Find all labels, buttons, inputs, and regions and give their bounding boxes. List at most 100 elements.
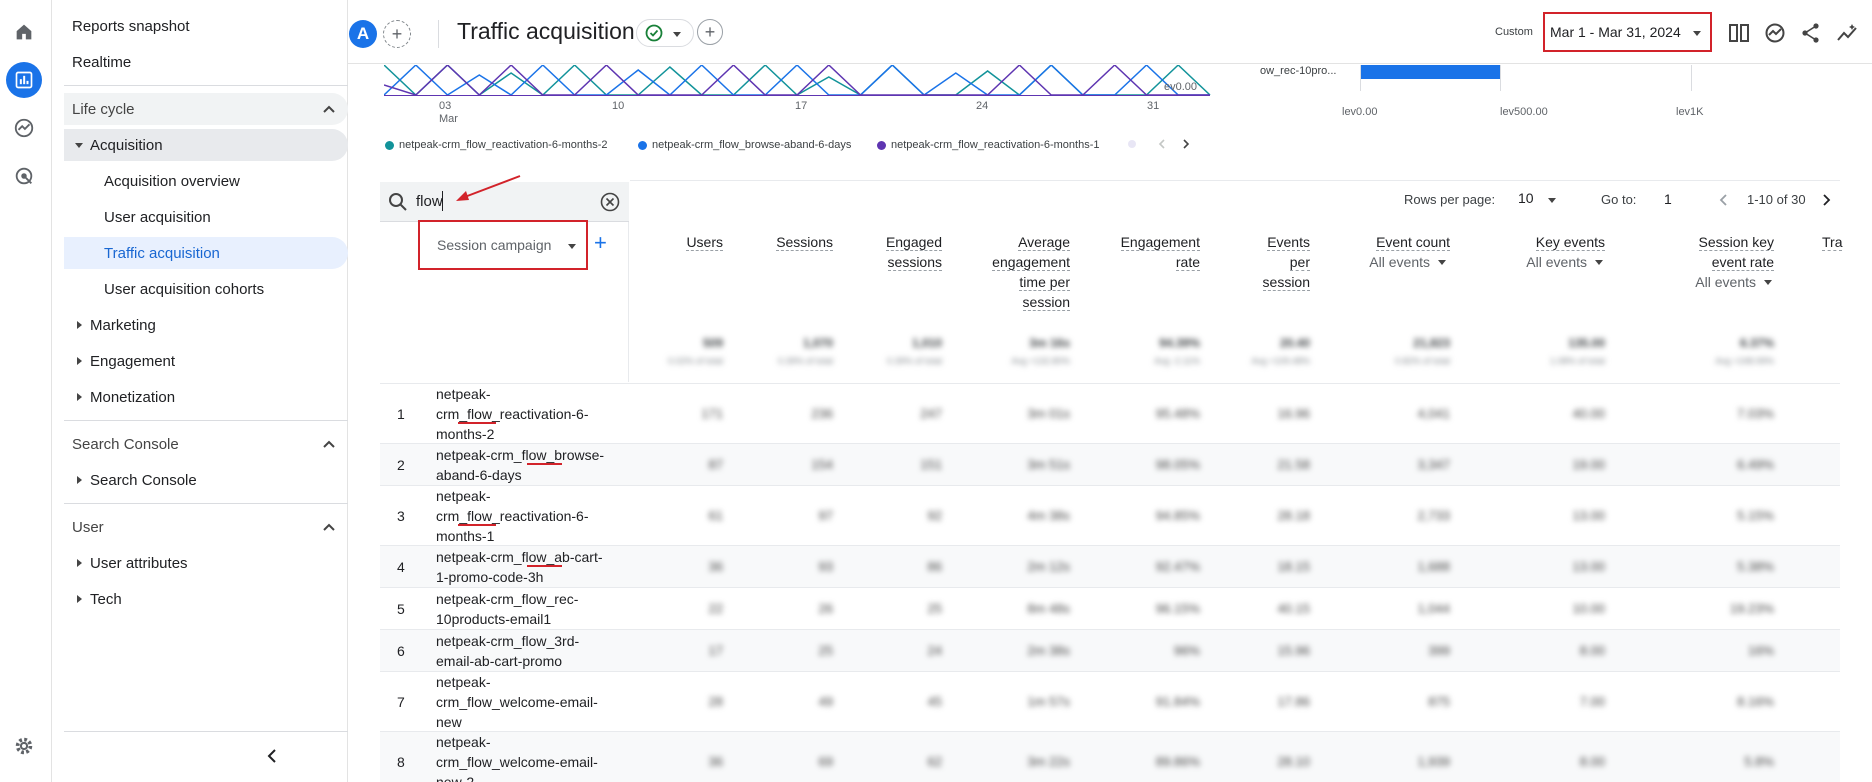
col-engagement-rate[interactable]: Engagement rate (1090, 232, 1200, 272)
insights-icon[interactable] (1762, 20, 1788, 46)
chart-baseline (384, 95, 1210, 96)
campaign-name[interactable]: netpeak-crm_flow_ab-cart- 1-promo-code-3h (436, 547, 612, 587)
total-subtext: 0.02% of total (667, 356, 723, 366)
metric-cell: 49 (818, 694, 833, 709)
metric-cell: 18.15 (1277, 559, 1310, 574)
campaign-name[interactable]: netpeak-crm_flow_3rd-email-ab-cart-promo (436, 631, 612, 671)
report-status-pill[interactable] (636, 19, 694, 47)
col-partial-label: Tra (1822, 234, 1843, 251)
bar-label: ow_rec-10pro... (1260, 65, 1337, 77)
nav-search-console[interactable]: Search Console (64, 464, 348, 496)
explore-icon[interactable] (6, 110, 42, 146)
campaign-name-line: netpeak- (436, 386, 491, 402)
col-key-events[interactable]: Key events All events (1480, 232, 1605, 272)
trend-sparkle-icon[interactable] (1834, 20, 1860, 46)
row-number: 5 (397, 601, 405, 617)
nav-reports-snapshot[interactable]: Reports snapshot (72, 10, 190, 42)
legend-item[interactable]: netpeak-crm_flow_reactivation-6-months-2 (385, 139, 607, 151)
table-row[interactable]: 5 netpeak-crm_flow_rec- 10products-email1 2… (380, 587, 1840, 629)
metric-cell: 6.49% (1737, 457, 1774, 472)
campaign-name[interactable]: netpeak-crm_flow_reactivation-6- months-1 (436, 486, 612, 546)
section-lifecycle[interactable]: Life cycle (64, 93, 348, 125)
section-search-console[interactable]: Search Console (64, 428, 348, 460)
metric-cell: 17.86 (1277, 694, 1310, 709)
add-dimension-button[interactable]: + (594, 230, 607, 256)
rows-per-page-select[interactable]: 10 (1518, 190, 1560, 210)
annotation-arrow-icon (456, 175, 521, 201)
page-range: 1-10 of 30 (1747, 192, 1806, 207)
rows-per-page-label: Rows per page: (1404, 192, 1496, 207)
nav-marketing[interactable]: Marketing (64, 309, 348, 341)
metric-cell: 89.86% (1155, 754, 1200, 769)
nav-traffic-acquisition[interactable]: Traffic acquisition (64, 237, 348, 269)
add-button[interactable]: + (697, 19, 723, 45)
col-engaged-sessions[interactable]: Engaged sessions (852, 232, 942, 272)
nav-user-acquisition-cohorts[interactable]: User acquisition cohorts (104, 273, 264, 305)
metric-cell: 87 (708, 457, 723, 472)
table-row[interactable]: 6 netpeak-crm_flow_3rd-email-ab-cart-prom… (380, 629, 1840, 671)
flow-highlight-underline (458, 422, 496, 424)
nav-user-acquisition[interactable]: User acquisition (104, 201, 211, 233)
table-row[interactable]: 1 netpeak-crm_flow_reactivation-6- months-… (380, 383, 1840, 443)
clear-search-icon[interactable] (600, 192, 620, 212)
table-row[interactable]: 7 netpeak-crm_flow_welcome-email-new 28 49 4… (380, 671, 1840, 731)
date-range-picker[interactable]: Mar 1 - Mar 31, 2024 (1543, 12, 1712, 52)
col-event-count[interactable]: Event count All events (1330, 232, 1450, 272)
nav-user-attributes[interactable]: User attributes (64, 547, 348, 579)
nav-monetization[interactable]: Monetization (64, 381, 348, 413)
campaign-name[interactable]: netpeak-crm_flow_browse-aband-6-days (436, 445, 612, 485)
search-icon (389, 193, 407, 211)
campaign-name[interactable]: netpeak-crm_flow_reactivation-6- months-2 (436, 384, 612, 444)
key-events-filter[interactable]: All events (1480, 252, 1605, 272)
legend-item[interactable]: netpeak-crm_flow_browse-aband-6-days (638, 139, 851, 151)
share-icon[interactable] (1798, 20, 1824, 46)
total-subtext: Avg +248.99% (1715, 356, 1774, 366)
nav-tech[interactable]: Tech (64, 583, 348, 615)
all-events-label: All events (1369, 254, 1430, 270)
col-sessions[interactable]: Sessions (740, 232, 833, 252)
metric-cell: 5.38% (1737, 559, 1774, 574)
section-user[interactable]: User (64, 511, 348, 543)
search-input[interactable]: flow (416, 193, 443, 210)
session-key-filter[interactable]: All events (1640, 272, 1774, 292)
comparison-avatar[interactable]: A (349, 20, 377, 48)
advertising-icon[interactable] (6, 158, 42, 194)
nav-divider (64, 731, 348, 732)
collapse-chevron-left-icon[interactable] (264, 748, 280, 764)
add-comparison-button[interactable]: + (383, 20, 411, 48)
campaign-name[interactable]: netpeak-crm_flow_rec- 10products-email1 (436, 589, 612, 629)
col-users[interactable]: Users (640, 232, 723, 252)
nav-engagement[interactable]: Engagement (64, 345, 348, 377)
campaign-name[interactable]: netpeak-crm_flow_welcome-email-new (436, 672, 612, 732)
nav-realtime[interactable]: Realtime (72, 46, 131, 78)
legend-item[interactable]: netpeak-crm_flow_reactivation-6-months-1 (877, 139, 1099, 151)
legend-next-icon[interactable] (1180, 138, 1192, 150)
admin-gear-icon[interactable] (6, 728, 42, 764)
metric-cell: 40.00 (1572, 406, 1605, 421)
nav-search-console-label: Search Console (90, 471, 197, 489)
session-campaign-dropdown[interactable]: Session campaign (418, 220, 588, 270)
event-count-filter[interactable]: All events (1330, 252, 1450, 272)
total-value: 1,070 (802, 336, 833, 350)
table-row[interactable]: 3 netpeak-crm_flow_reactivation-6- months-… (380, 485, 1840, 545)
reports-icon[interactable] (6, 62, 42, 98)
nav-acquisition-overview[interactable]: Acquisition overview (104, 165, 240, 197)
campaign-name-line: 10products-email1 (436, 611, 552, 627)
campaign-name[interactable]: netpeak-crm_flow_welcome-email-new-2 (436, 732, 612, 782)
col-session-key-event-rate[interactable]: Session key event rate All events (1640, 232, 1774, 292)
home-icon[interactable] (6, 14, 42, 50)
col-events-per-session[interactable]: Events per session (1220, 232, 1310, 292)
legend-prev-icon[interactable] (1156, 138, 1168, 150)
table-row[interactable]: 4 netpeak-crm_flow_ab-cart- 1-promo-code-3… (380, 545, 1840, 587)
table-row[interactable]: 2 netpeak-crm_flow_browse-aband-6-days 87 1… (380, 443, 1840, 485)
campaign-name-line: netpeak- (436, 734, 491, 750)
next-page-icon[interactable] (1819, 193, 1833, 207)
x-tick-label: 03 (439, 100, 452, 112)
col-partial[interactable]: Tra (1822, 232, 1862, 252)
prev-page-icon[interactable] (1717, 193, 1731, 207)
customize-report-icon[interactable] (1726, 20, 1752, 46)
col-avg-engagement-time[interactable]: Average engagement time per session (960, 232, 1070, 312)
goto-input[interactable]: 1 (1664, 191, 1672, 207)
table-row[interactable]: 8 netpeak-crm_flow_welcome-email-new-2 36 6… (380, 731, 1840, 782)
nav-acquisition[interactable]: Acquisition (64, 129, 348, 161)
